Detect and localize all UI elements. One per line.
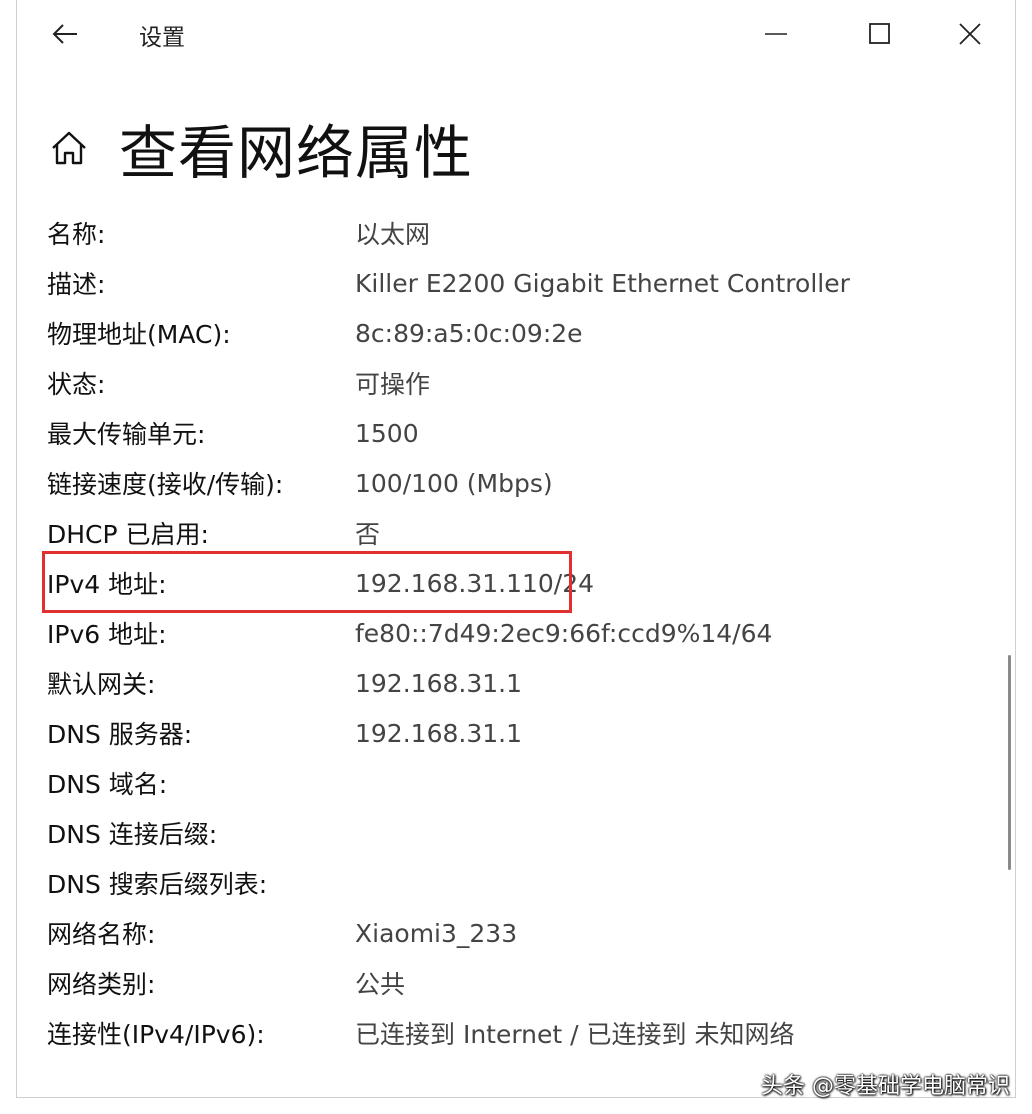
property-value: 192.168.31.1: [355, 668, 522, 698]
property-value: 以太网: [355, 220, 431, 249]
properties-list: 名称: 以太网描述: Killer E2200 Gigabit Ethernet C…: [47, 208, 987, 1058]
property-label: 最大传输单元:: [47, 420, 206, 449]
property-value: 192.168.31.110/24: [355, 568, 595, 598]
close-icon: [959, 23, 981, 45]
property-value: 否: [355, 520, 381, 549]
property-row: DNS 服务器: 192.168.31.1: [47, 708, 987, 758]
back-arrow-icon: [52, 24, 77, 44]
settings-window: 设置 查看网络属性 名称: 以太网描述: Killer E2200 Gigabit …: [16, 0, 1016, 1098]
property-row: 网络名称: Xiaomi3_233: [47, 908, 987, 958]
scrollbar[interactable]: [1008, 655, 1011, 870]
property-row: 描述: Killer E2200 Gigabit Ethernet Control…: [47, 258, 987, 308]
property-row: 物理地址(MAC): 8c:89:a5:0c:09:2e: [47, 308, 987, 358]
property-row: DNS 域名:: [47, 758, 987, 808]
home-button[interactable]: [47, 126, 91, 170]
property-row: IPv4 地址: 192.168.31.110/24: [47, 558, 987, 608]
watermark: 头条 @零基础学电脑常识: [761, 1074, 1010, 1099]
property-label: 网络名称:: [47, 920, 156, 949]
property-label: 名称:: [47, 220, 106, 249]
back-button[interactable]: [47, 14, 83, 54]
maximize-icon: [869, 23, 890, 44]
title-bar: 设置: [17, 0, 1015, 70]
property-label: IPv4 地址:: [47, 570, 167, 599]
property-value: 100/100 (Mbps): [355, 468, 553, 498]
property-value: 8c:89:a5:0c:09:2e: [355, 318, 583, 348]
property-value: 公共: [355, 970, 406, 999]
property-value: Killer E2200 Gigabit Ethernet Controller: [355, 268, 850, 298]
property-label: 描述:: [47, 270, 106, 299]
property-value: 可操作: [355, 370, 431, 399]
minimize-button[interactable]: [752, 12, 800, 56]
page-title: 查看网络属性: [119, 119, 474, 187]
property-row: DHCP 已启用: 否: [47, 508, 987, 558]
maximize-button[interactable]: [856, 12, 904, 56]
property-label: DNS 域名:: [47, 770, 168, 799]
property-row: IPv6 地址: fe80::7d49:2ec9:66f:ccd9%14/64: [47, 608, 987, 658]
property-row: DNS 连接后缀:: [47, 808, 987, 858]
property-label: DNS 连接后缀:: [47, 820, 218, 849]
property-value: fe80::7d49:2ec9:66f:ccd9%14/64: [355, 618, 773, 648]
property-label: DHCP 已启用:: [47, 520, 209, 549]
property-label: 物理地址(MAC):: [47, 320, 231, 349]
property-row: 链接速度(接收/传输): 100/100 (Mbps): [47, 458, 987, 508]
property-value: 已连接到 Internet / 已连接到 未知网络: [355, 1020, 795, 1049]
property-label: DNS 服务器:: [47, 720, 193, 749]
property-row: 网络类别: 公共: [47, 958, 987, 1008]
property-row: 连接性(IPv4/IPv6): 已连接到 Internet / 已连接到 未知网络: [47, 1008, 987, 1058]
property-value: Xiaomi3_233: [355, 918, 518, 948]
property-label: 默认网关:: [47, 670, 156, 699]
property-label: 网络类别:: [47, 970, 156, 999]
property-row: 最大传输单元: 1500: [47, 408, 987, 458]
page-header: 查看网络属性: [47, 108, 473, 188]
minimize-icon: [765, 33, 787, 35]
property-row: 状态: 可操作: [47, 358, 987, 408]
window-title: 设置: [139, 25, 185, 51]
property-value: 192.168.31.1: [355, 718, 522, 748]
property-label: 状态:: [47, 370, 106, 399]
property-value: 1500: [355, 418, 419, 448]
close-button[interactable]: [946, 12, 994, 56]
property-label: IPv6 地址:: [47, 620, 167, 649]
property-row: DNS 搜索后缀列表:: [47, 858, 987, 908]
property-label: 连接性(IPv4/IPv6):: [47, 1020, 265, 1049]
property-label: 链接速度(接收/传输):: [47, 470, 284, 499]
property-row: 默认网关: 192.168.31.1: [47, 658, 987, 708]
property-label: DNS 搜索后缀列表:: [47, 870, 268, 899]
home-icon: [52, 131, 86, 165]
property-row: 名称: 以太网: [47, 208, 987, 258]
